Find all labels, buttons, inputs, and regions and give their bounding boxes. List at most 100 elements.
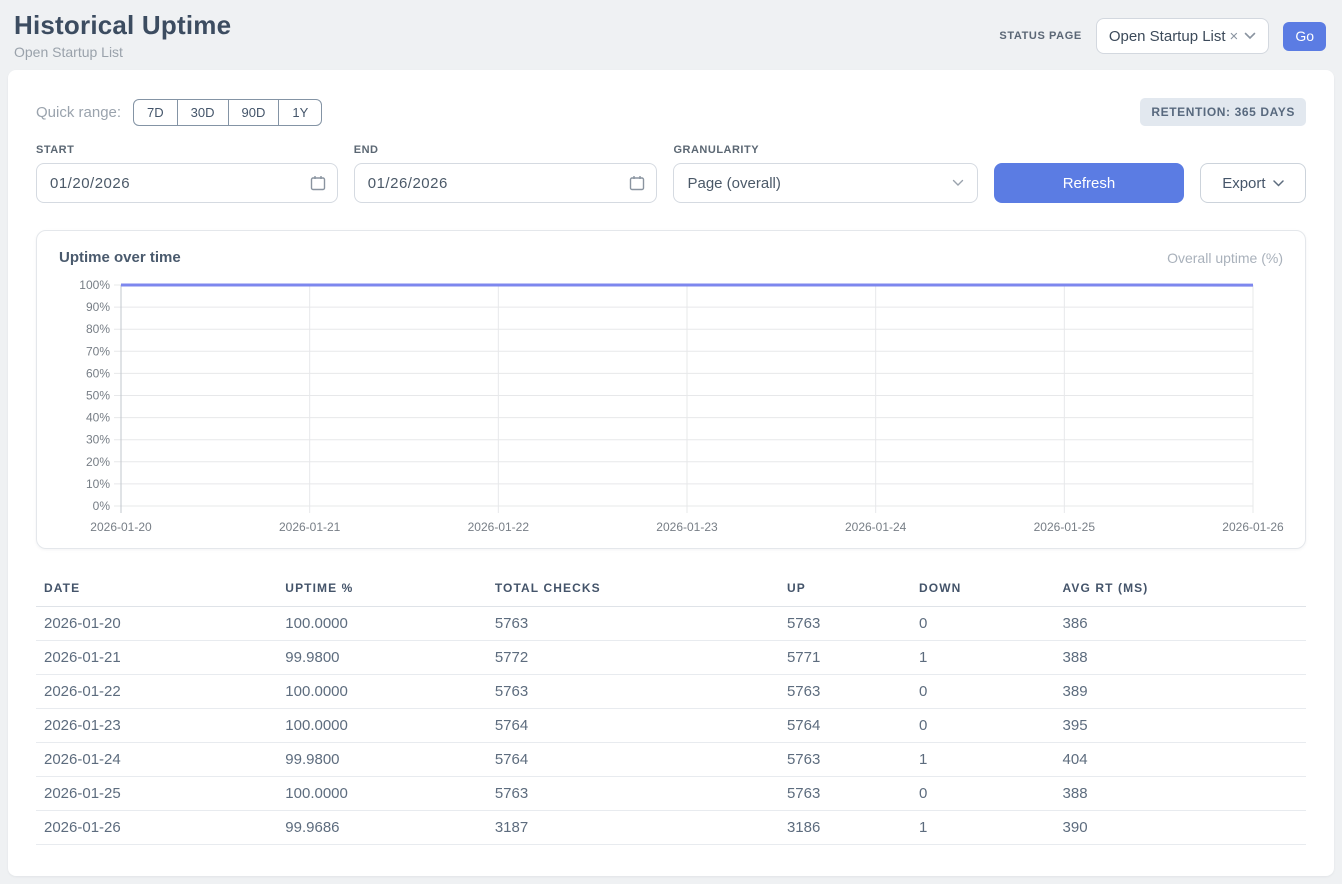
svg-text:100%: 100% bbox=[79, 278, 110, 292]
column-header: TOTAL CHECKS bbox=[487, 577, 779, 607]
refresh-button[interactable]: Refresh bbox=[994, 163, 1184, 203]
table-cell: 0 bbox=[911, 607, 1055, 641]
quick-range-button-7d[interactable]: 7D bbox=[133, 99, 178, 126]
table-row: 2026-01-22100.0000576357630389 bbox=[36, 675, 1306, 709]
table-cell: 5764 bbox=[487, 709, 779, 743]
chart-legend-label: Overall uptime (%) bbox=[1167, 250, 1283, 266]
table-cell: 388 bbox=[1055, 641, 1306, 675]
table-cell: 100.0000 bbox=[277, 709, 487, 743]
svg-text:50%: 50% bbox=[86, 389, 110, 403]
main-panel: Quick range: 7D30D90D1Y RETENTION: 365 D… bbox=[8, 70, 1334, 876]
granularity-select[interactable]: Page (overall) bbox=[673, 163, 978, 203]
table-cell: 1 bbox=[911, 811, 1055, 845]
filters-row: START END GRANULARITY Page (overall) bbox=[36, 144, 1306, 203]
status-page-label: STATUS PAGE bbox=[999, 30, 1081, 42]
table-cell: 99.9686 bbox=[277, 811, 487, 845]
uptime-line-chart: 0%10%20%30%40%50%60%70%80%90%100%2026-01… bbox=[57, 276, 1285, 538]
svg-text:10%: 10% bbox=[86, 477, 110, 491]
table-row: 2026-01-23100.0000576457640395 bbox=[36, 709, 1306, 743]
page-title: Historical Uptime bbox=[14, 10, 231, 41]
svg-text:30%: 30% bbox=[86, 433, 110, 447]
svg-text:2026-01-26: 2026-01-26 bbox=[1222, 520, 1284, 534]
svg-text:0%: 0% bbox=[93, 499, 111, 513]
column-header: UP bbox=[779, 577, 911, 607]
end-date-field: END bbox=[354, 144, 658, 203]
table-cell: 386 bbox=[1055, 607, 1306, 641]
table-row: 2026-01-2499.9800576457631404 bbox=[36, 743, 1306, 777]
status-page-select[interactable]: Open Startup List × bbox=[1096, 18, 1270, 54]
table-cell: 390 bbox=[1055, 811, 1306, 845]
chart-card: Uptime over time Overall uptime (%) 0% 10… bbox=[36, 230, 1306, 549]
start-label: START bbox=[36, 144, 338, 156]
table-cell: 5763 bbox=[779, 675, 911, 709]
table-cell: 0 bbox=[911, 709, 1055, 743]
chevron-down-icon bbox=[952, 179, 964, 187]
table-cell: 404 bbox=[1055, 743, 1306, 777]
export-button-label: Export bbox=[1222, 175, 1265, 192]
end-label: END bbox=[354, 144, 658, 156]
chevron-down-icon bbox=[1273, 180, 1284, 187]
table-cell: 2026-01-26 bbox=[36, 811, 277, 845]
table-row: 2026-01-2699.9686318731861390 bbox=[36, 811, 1306, 845]
end-date-input[interactable] bbox=[354, 163, 658, 203]
export-button[interactable]: Export bbox=[1200, 163, 1306, 203]
table-cell: 2026-01-24 bbox=[36, 743, 277, 777]
column-header: AVG RT (MS) bbox=[1055, 577, 1306, 607]
calendar-icon[interactable] bbox=[629, 175, 645, 191]
table-cell: 5763 bbox=[487, 777, 779, 811]
chart-header: Uptime over time Overall uptime (%) bbox=[57, 249, 1285, 276]
quick-range-button-1y[interactable]: 1Y bbox=[278, 99, 322, 126]
uptime-table-wrap: DATEUPTIME %TOTAL CHECKSUPDOWNAVG RT (MS… bbox=[36, 577, 1306, 845]
table-cell: 5771 bbox=[779, 641, 911, 675]
table-cell: 99.9800 bbox=[277, 641, 487, 675]
quick-range-button-90d[interactable]: 90D bbox=[228, 99, 280, 126]
svg-text:60%: 60% bbox=[86, 366, 110, 380]
table-cell: 1 bbox=[911, 743, 1055, 777]
granularity-field: GRANULARITY Page (overall) bbox=[673, 144, 978, 203]
svg-text:40%: 40% bbox=[86, 411, 110, 425]
table-cell: 395 bbox=[1055, 709, 1306, 743]
chart-title: Uptime over time bbox=[59, 249, 181, 266]
status-page-selected-value: Open Startup List bbox=[1109, 28, 1226, 45]
table-cell: 5763 bbox=[779, 743, 911, 777]
column-header: DOWN bbox=[911, 577, 1055, 607]
table-cell: 2026-01-25 bbox=[36, 777, 277, 811]
quick-range-label: Quick range: bbox=[36, 104, 121, 121]
start-date-field: START bbox=[36, 144, 338, 203]
granularity-selected-value: Page (overall) bbox=[687, 175, 780, 192]
page-subtitle: Open Startup List bbox=[14, 44, 231, 60]
table-cell: 2026-01-21 bbox=[36, 641, 277, 675]
start-date-input[interactable] bbox=[36, 163, 338, 203]
calendar-icon[interactable] bbox=[310, 175, 326, 191]
table-cell: 388 bbox=[1055, 777, 1306, 811]
svg-text:20%: 20% bbox=[86, 455, 110, 469]
table-cell: 100.0000 bbox=[277, 607, 487, 641]
svg-text:2026-01-21: 2026-01-21 bbox=[279, 520, 341, 534]
table-row: 2026-01-20100.0000576357630386 bbox=[36, 607, 1306, 641]
uptime-table: DATEUPTIME %TOTAL CHECKSUPDOWNAVG RT (MS… bbox=[36, 577, 1306, 845]
column-header: UPTIME % bbox=[277, 577, 487, 607]
table-cell: 2026-01-20 bbox=[36, 607, 277, 641]
table-cell: 5763 bbox=[779, 607, 911, 641]
table-cell: 99.9800 bbox=[277, 743, 487, 777]
clear-selection-icon[interactable]: × bbox=[1230, 29, 1239, 44]
quick-range-row: Quick range: 7D30D90D1Y RETENTION: 365 D… bbox=[36, 98, 1306, 126]
table-cell: 5763 bbox=[779, 777, 911, 811]
title-block: Historical Uptime Open Startup List bbox=[14, 10, 231, 60]
table-header-row: DATEUPTIME %TOTAL CHECKSUPDOWNAVG RT (MS… bbox=[36, 577, 1306, 607]
table-cell: 5763 bbox=[487, 607, 779, 641]
quick-range-button-30d[interactable]: 30D bbox=[177, 99, 229, 126]
table-cell: 2026-01-22 bbox=[36, 675, 277, 709]
svg-text:80%: 80% bbox=[86, 322, 110, 336]
granularity-label: GRANULARITY bbox=[673, 144, 978, 156]
quick-range-group: 7D30D90D1Y bbox=[133, 99, 322, 126]
table-cell: 5764 bbox=[779, 709, 911, 743]
column-header: DATE bbox=[36, 577, 277, 607]
top-bar: Historical Uptime Open Startup List STAT… bbox=[0, 0, 1342, 70]
svg-text:2026-01-22: 2026-01-22 bbox=[468, 520, 530, 534]
svg-text:2026-01-23: 2026-01-23 bbox=[656, 520, 718, 534]
table-cell: 100.0000 bbox=[277, 675, 487, 709]
table-cell: 0 bbox=[911, 675, 1055, 709]
topbar-controls: STATUS PAGE Open Startup List × Go bbox=[999, 18, 1326, 54]
go-button[interactable]: Go bbox=[1283, 22, 1326, 51]
